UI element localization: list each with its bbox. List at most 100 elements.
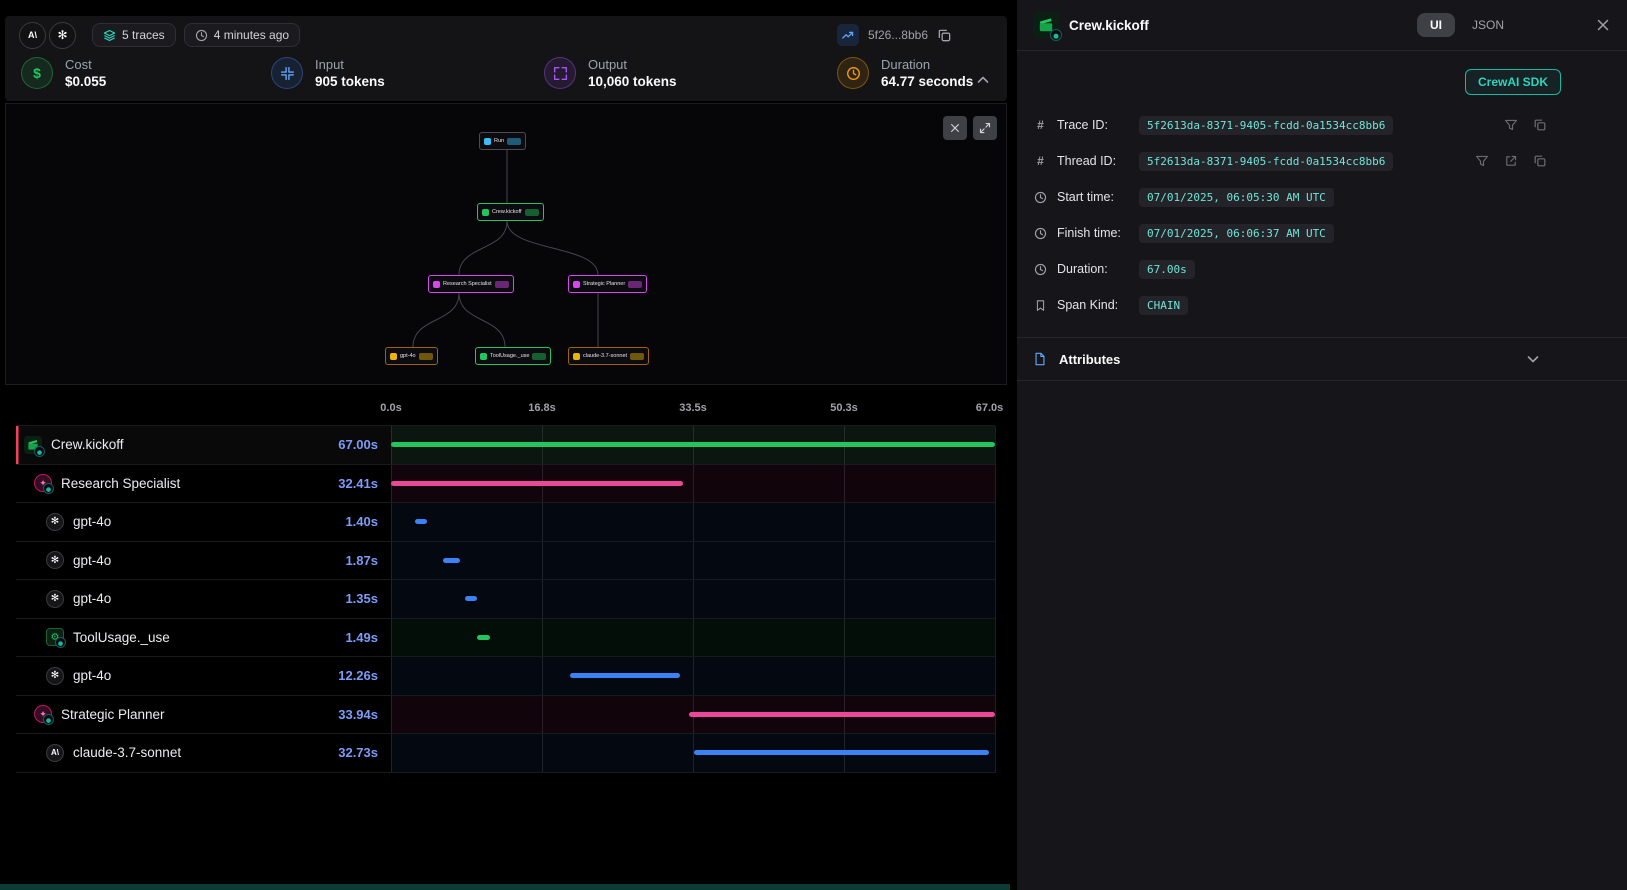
detail-field: #Trace ID:5f2613da-8371-9405-fcdd-0a1534… xyxy=(1033,107,1547,143)
clock-icon xyxy=(837,57,869,89)
node-icon xyxy=(484,138,491,145)
bottom-accent-strip xyxy=(0,884,1010,890)
tab-json[interactable]: JSON xyxy=(1459,13,1517,37)
timeline-row[interactable]: Crew.kickoff67.00s xyxy=(16,426,995,465)
gridline xyxy=(995,426,996,773)
openai-logo: ✻ xyxy=(49,22,76,49)
span-name: claude-3.7-sonnet xyxy=(73,745,181,760)
anthropic-logo: A\ xyxy=(19,22,46,49)
traces-count-label: 5 traces xyxy=(122,28,165,42)
span-bar[interactable] xyxy=(465,596,477,601)
stat-output: Output10,060 tokens xyxy=(544,57,677,89)
span-bar[interactable] xyxy=(570,673,681,678)
graph-node[interactable]: Run xyxy=(479,132,526,150)
stat-label: Output xyxy=(588,57,677,72)
timeline-row[interactable]: ✻gpt-4o1.35s xyxy=(16,580,995,619)
span-bar[interactable] xyxy=(443,558,460,563)
copy-icon[interactable] xyxy=(937,28,952,43)
crew-icon xyxy=(24,436,42,454)
filter-icon[interactable] xyxy=(1475,154,1489,168)
span-bar[interactable] xyxy=(694,750,989,755)
node-label: Run xyxy=(494,138,504,144)
agentops-badge xyxy=(43,483,54,494)
timeline-row[interactable]: ✻gpt-4o1.40s xyxy=(16,503,995,542)
sidebar-title: Crew.kickoff xyxy=(1069,18,1149,33)
field-value[interactable]: 07/01/2025, 06:05:30 AM UTC xyxy=(1139,188,1334,207)
stats-row: $Cost$0.055 Input905 tokens Output10,060 t… xyxy=(5,52,1007,103)
hash-icon: # xyxy=(1033,154,1048,168)
stat-cost: $Cost$0.055 xyxy=(21,57,106,89)
field-label: Thread ID: xyxy=(1057,154,1130,168)
collapse-chevron-icon[interactable] xyxy=(975,72,991,88)
timeline-row[interactable]: ✦Research Specialist32.41s xyxy=(16,465,995,504)
hash-icon: # xyxy=(1033,118,1048,132)
detail-sidebar: Crew.kickoff UIJSON CrewAI SDK #Trace ID… xyxy=(1017,0,1627,890)
detail-field: Start time: 07/01/2025, 06:05:30 AM UTC xyxy=(1033,179,1547,215)
detail-field: Duration:67.00s xyxy=(1033,251,1547,287)
field-value[interactable]: 5f2613da-8371-9405-fcdd-0a1534cc8bb6 xyxy=(1139,152,1393,171)
node-tag xyxy=(525,209,539,216)
graph-node[interactable]: ToolUsage._use xyxy=(475,347,551,365)
span-name: Research Specialist xyxy=(61,476,180,491)
graph-close-button[interactable] xyxy=(943,116,967,140)
stat-duration: Duration64.77 seconds xyxy=(837,57,973,89)
timeline-axis: 0.0s16.8s33.5s50.3s67.0s xyxy=(16,396,995,425)
timeline: 0.0s16.8s33.5s50.3s67.0s Crew.kickoff67.… xyxy=(16,396,995,773)
span-track xyxy=(391,734,995,772)
agentops-badge xyxy=(1050,29,1062,41)
node-tag xyxy=(628,281,642,288)
span-bar[interactable] xyxy=(477,635,490,640)
compress-icon xyxy=(271,57,303,89)
openai-logo: ✻ xyxy=(46,551,64,569)
span-bar[interactable] xyxy=(689,712,995,717)
timeline-row[interactable]: ✦Strategic Planner33.94s xyxy=(16,696,995,735)
node-label: Strategic Planner xyxy=(583,281,625,287)
clock-icon xyxy=(1033,263,1048,276)
span-bar[interactable] xyxy=(391,481,683,486)
filter-icon[interactable] xyxy=(1504,118,1518,132)
tab-ui[interactable]: UI xyxy=(1417,13,1455,37)
graph-node[interactable]: Strategic Planner xyxy=(568,275,647,293)
field-value[interactable]: CHAIN xyxy=(1139,296,1188,315)
close-icon[interactable] xyxy=(1595,17,1611,33)
attributes-section[interactable]: Attributes xyxy=(1017,337,1627,381)
graph-node[interactable]: Research Specialist xyxy=(428,275,514,293)
field-label: Start time: xyxy=(1057,190,1130,204)
node-tag xyxy=(532,353,546,360)
timeline-row[interactable]: A\claude-3.7-sonnet32.73s xyxy=(16,734,995,773)
copy-icon[interactable] xyxy=(1533,154,1547,168)
timeline-row[interactable]: ⚙ToolUsage._use1.49s xyxy=(16,619,995,658)
external-icon[interactable] xyxy=(1504,154,1518,168)
graph-node[interactable]: claude-3.7-sonnet xyxy=(568,347,649,365)
graph-node[interactable]: gpt-4o xyxy=(385,347,438,365)
graph-fullscreen-button[interactable] xyxy=(973,116,997,140)
span-track xyxy=(391,696,995,734)
openai-logo: ✻ xyxy=(46,513,64,531)
detail-fields: #Trace ID:5f2613da-8371-9405-fcdd-0a1534… xyxy=(1017,105,1627,333)
span-duration: 1.49s xyxy=(345,630,391,645)
span-bar[interactable] xyxy=(415,519,428,524)
agent-icon: ✦ xyxy=(34,474,52,492)
span-duration: 1.87s xyxy=(345,553,391,568)
node-icon xyxy=(573,353,580,360)
timeline-row[interactable]: ✻gpt-4o1.87s xyxy=(16,542,995,581)
node-tag xyxy=(495,281,509,288)
node-label: Research Specialist xyxy=(443,281,492,287)
openai-logo: ✻ xyxy=(46,590,64,608)
chevron-down-icon[interactable] xyxy=(1525,351,1541,367)
field-value[interactable]: 5f2613da-8371-9405-fcdd-0a1534cc8bb6 xyxy=(1139,116,1393,135)
graph-node[interactable]: Crew.kickoff xyxy=(477,203,544,221)
field-value[interactable]: 67.00s xyxy=(1139,260,1195,279)
crew-icon xyxy=(1033,12,1059,38)
stat-input: Input905 tokens xyxy=(271,57,385,89)
traces-count-badge[interactable]: 5 traces xyxy=(92,23,176,47)
time-ago-badge: 4 minutes ago xyxy=(184,23,300,47)
axis-tick: 16.8s xyxy=(528,402,556,414)
copy-icon[interactable] xyxy=(1533,118,1547,132)
span-bar[interactable] xyxy=(391,442,995,447)
metrics-icon[interactable] xyxy=(837,24,859,46)
span-track xyxy=(391,542,995,580)
field-value[interactable]: 07/01/2025, 06:06:37 AM UTC xyxy=(1139,224,1334,243)
timeline-row[interactable]: ✻gpt-4o12.26s xyxy=(16,657,995,696)
axis-tick: 33.5s xyxy=(679,402,707,414)
